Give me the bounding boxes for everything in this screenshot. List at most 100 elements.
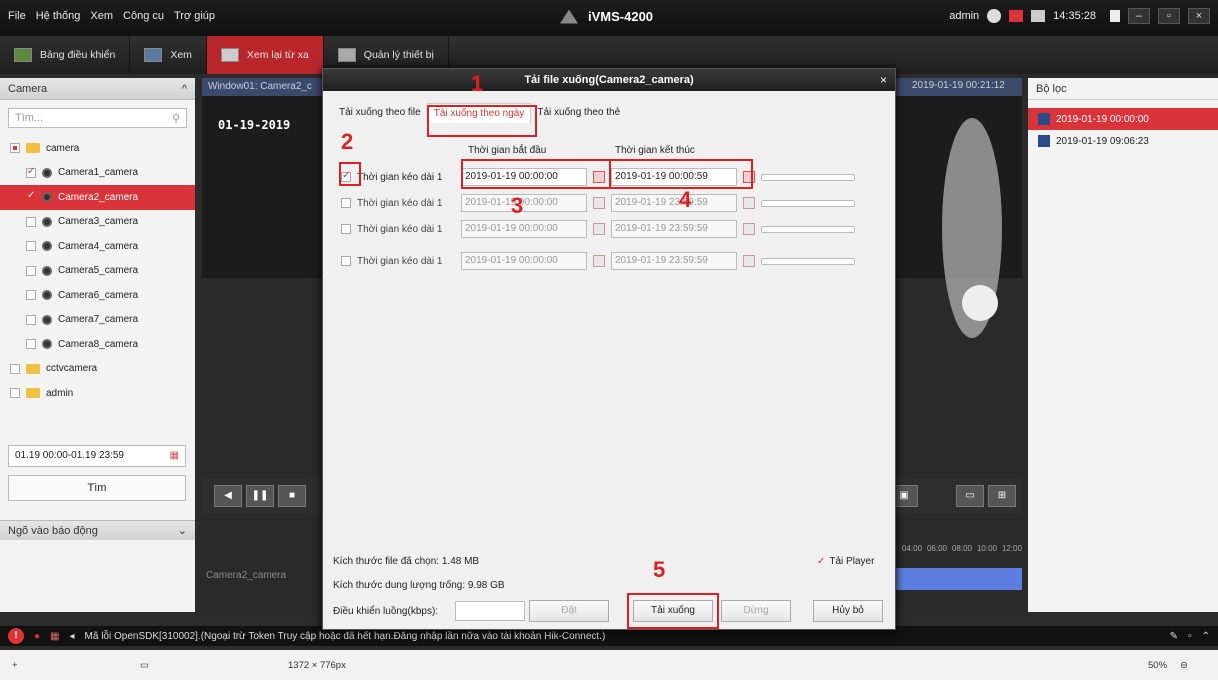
tree-item-label: cctvcamera <box>46 363 98 375</box>
frame-icon: ▭ <box>140 659 149 671</box>
start-time-field[interactable]: 2019-01-19 00:00:00 <box>461 252 587 270</box>
tree-item-label: admin <box>46 387 74 399</box>
menu-tools[interactable]: Công cụ <box>123 10 164 22</box>
collapse-icon[interactable]: ^ <box>182 83 187 95</box>
tree-item-camera3_camera[interactable]: Camera3_camera <box>0 210 195 235</box>
pin-icon[interactable]: ✎ <box>1170 631 1178 642</box>
tree-item-camera8_camera[interactable]: Camera8_camera <box>0 332 195 357</box>
globe-icon[interactable] <box>987 9 1002 23</box>
row-label: Thời gian kéo dài 1 <box>357 197 443 209</box>
annotation-number-3: 3 <box>511 193 524 218</box>
menu-help[interactable]: Trợ giúp <box>174 10 215 22</box>
user-name[interactable]: admin <box>949 10 979 22</box>
row-checkbox[interactable] <box>341 198 351 208</box>
timeline-ticks: 04:00 06:00 08:00 10:00 12:00 <box>902 544 1022 553</box>
row-label: Thời gian kéo dài 1 <box>357 171 443 183</box>
calendar-icon[interactable] <box>743 255 755 267</box>
stop-icon[interactable]: ■ <box>278 485 306 507</box>
tree-checkbox[interactable] <box>26 339 36 350</box>
alarm-input-header[interactable]: Ngõ vào báo động ⌄ <box>0 520 195 540</box>
cancel-button[interactable]: Hủy bỏ <box>813 600 883 622</box>
flow-control-input[interactable] <box>455 601 525 621</box>
tree-item-camera[interactable]: camera <box>0 136 195 161</box>
layout-icon[interactable]: ⊞ <box>988 485 1016 507</box>
tai-player-checkbox[interactable]: ✓ Tải Player <box>817 556 874 567</box>
tab-dashboard[interactable]: Bảng điều khiển <box>0 36 131 74</box>
app-title-text: iVMS-4200 <box>588 9 654 24</box>
tree-checkbox[interactable] <box>10 388 20 399</box>
file-item[interactable]: 2019-01-19 00:00:00 <box>1028 108 1218 130</box>
tree-item-camera4_camera[interactable]: Camera4_camera <box>0 234 195 259</box>
zoom-out-icon[interactable]: ⊖ <box>1180 660 1188 671</box>
end-time-field[interactable]: 2019-01-19 23:59:59 <box>611 194 737 212</box>
tree-item-camera7_camera[interactable]: Camera7_camera <box>0 308 195 333</box>
tree-checkbox[interactable] <box>10 363 20 374</box>
menu-view[interactable]: Xem <box>90 10 113 22</box>
minimize-button[interactable]: – <box>1128 8 1150 24</box>
tab-by-tag[interactable]: Tải xuống theo thẻ <box>531 103 626 123</box>
tree-checkbox[interactable] <box>26 314 36 325</box>
menu-bar: File Hệ thống Xem Công cụ Trợ giúp <box>8 10 215 22</box>
calendar-icon[interactable]: ▦ <box>170 450 179 462</box>
tree-item-camera1_camera[interactable]: Camera1_camera <box>0 161 195 186</box>
tree-checkbox[interactable] <box>26 190 36 203</box>
menu-system[interactable]: Hệ thống <box>36 10 81 22</box>
calendar-icon[interactable] <box>593 255 605 267</box>
calendar-icon[interactable] <box>593 197 605 209</box>
warning-icon[interactable]: ! <box>8 628 24 644</box>
prev-icon[interactable]: ◀ <box>214 485 242 507</box>
tree-item-camera5_camera[interactable]: Camera5_camera <box>0 259 195 284</box>
row-checkbox[interactable] <box>341 256 351 266</box>
set-button[interactable]: Đặt <box>529 600 609 622</box>
row-checkbox[interactable] <box>341 224 351 234</box>
alarm-icon[interactable] <box>1009 10 1024 22</box>
tree-item-admin[interactable]: admin <box>0 381 195 406</box>
tab-view[interactable]: Xem <box>130 36 207 74</box>
camera-icon <box>42 167 52 178</box>
start-time-field[interactable]: 2019-01-19 00:00:00 <box>461 194 587 212</box>
pause-icon[interactable]: ❚❚ <box>246 485 274 507</box>
calendar-icon[interactable] <box>593 223 605 235</box>
dialog-close-icon[interactable]: × <box>880 69 887 91</box>
tree-item-cctvcamera[interactable]: cctvcamera <box>0 357 195 382</box>
stop-button[interactable]: Dừng <box>721 600 791 622</box>
tree-item-camera2_camera[interactable]: Camera2_camera <box>0 185 195 210</box>
camera-icon[interactable]: ▭ <box>956 485 984 507</box>
tree-item-label: Camera7_camera <box>58 314 139 326</box>
image-icon[interactable]: ▦ <box>50 631 59 642</box>
tree-checkbox[interactable] <box>10 143 20 154</box>
window-icon[interactable]: ▫ <box>1188 631 1192 642</box>
tree-checkbox[interactable] <box>26 216 36 227</box>
chevron-down-icon[interactable]: ⌄ <box>178 524 187 537</box>
tab-remote-playback[interactable]: Xem lại từ xa <box>206 36 324 74</box>
calendar-icon[interactable] <box>1031 10 1046 22</box>
tab-by-file[interactable]: Tải xuống theo file <box>333 103 427 123</box>
search-icon[interactable]: ⚲ <box>172 112 180 125</box>
speaker-icon[interactable]: ◂ <box>70 631 75 642</box>
tree-checkbox[interactable] <box>26 166 36 178</box>
date-range-field[interactable]: 01.19 00:00-01.19 23:59 ▦ <box>8 445 186 467</box>
calendar-icon[interactable] <box>743 223 755 235</box>
video-right-stamp: 2019-01-19 00:21:12 <box>912 80 1005 91</box>
tree-checkbox[interactable] <box>26 241 36 252</box>
lock-icon[interactable] <box>1110 10 1120 22</box>
tree-item-label: Camera5_camera <box>58 265 139 277</box>
start-time-field[interactable]: 2019-01-19 00:00:00 <box>461 220 587 238</box>
menu-file[interactable]: File <box>8 10 26 22</box>
end-time-field[interactable]: 2019-01-19 23:59:59 <box>611 220 737 238</box>
camera-search-input[interactable]: Tìm... ⚲ <box>8 108 187 128</box>
expand-icon[interactable]: ⌃ <box>1202 631 1210 642</box>
tree-checkbox[interactable] <box>26 290 36 301</box>
end-time-field[interactable]: 2019-01-19 23:59:59 <box>611 252 737 270</box>
tree-checkbox[interactable] <box>26 265 36 276</box>
crosshair-icon[interactable]: + <box>12 660 18 671</box>
restore-button[interactable]: ▫ <box>1158 8 1180 24</box>
close-button[interactable]: × <box>1188 8 1210 24</box>
checkmark-icon: ✓ <box>817 556 826 567</box>
calendar-icon[interactable] <box>743 197 755 209</box>
tree-item-camera6_camera[interactable]: Camera6_camera <box>0 283 195 308</box>
tree-item-label: Camera3_camera <box>58 216 139 228</box>
file-item[interactable]: 2019-01-19 09:06:23 <box>1028 130 1218 152</box>
search-button[interactable]: Tìm <box>8 475 186 501</box>
record-icon[interactable]: ● <box>34 631 40 642</box>
